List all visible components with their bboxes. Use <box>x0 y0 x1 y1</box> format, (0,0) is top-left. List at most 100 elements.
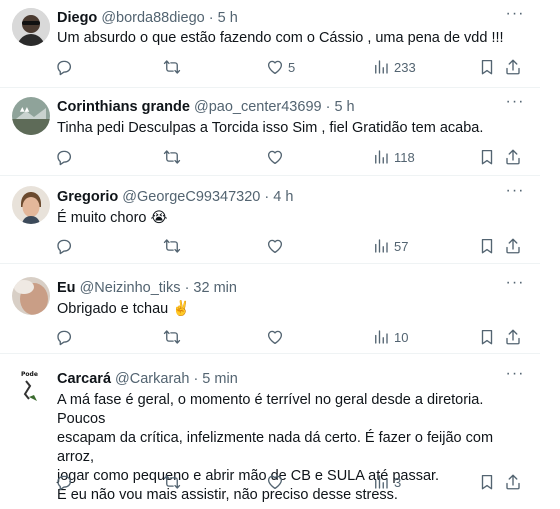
tweet-text-line: A má fase é geral, o momento é terrível … <box>57 392 484 427</box>
author-name[interactable]: Gregorio <box>57 189 118 205</box>
bookmark-button[interactable] <box>478 235 496 257</box>
avatar[interactable] <box>12 277 50 315</box>
retweet-icon <box>163 237 181 255</box>
tweet-3[interactable]: Gregorio @GeorgeC99347320 · 4 h ··· É mu… <box>0 176 540 264</box>
author-name[interactable]: Carcará <box>57 371 111 387</box>
views-button[interactable]: 233 <box>372 56 416 78</box>
like-button[interactable] <box>266 235 284 257</box>
bookmark-button[interactable] <box>478 56 496 78</box>
views-icon <box>372 148 390 166</box>
share-icon <box>504 237 522 255</box>
views-button[interactable]: 3 <box>372 471 401 493</box>
views-icon <box>372 237 390 255</box>
retweet-button[interactable] <box>163 326 181 348</box>
share-button[interactable] <box>504 326 522 348</box>
action-bar: 3 <box>0 471 540 493</box>
bookmark-icon <box>478 148 496 166</box>
like-count: 5 <box>288 59 296 75</box>
views-count: 3 <box>394 474 402 490</box>
reply-icon <box>55 58 73 76</box>
views-count: 57 <box>394 238 409 254</box>
views-button[interactable]: 10 <box>372 326 408 348</box>
heart-icon <box>266 237 284 255</box>
like-button[interactable] <box>266 146 284 168</box>
reply-icon <box>55 148 73 166</box>
share-button[interactable] <box>504 235 522 257</box>
views-count: 233 <box>394 59 416 75</box>
author-name[interactable]: Corinthians grande <box>57 99 190 115</box>
heart-icon <box>266 328 284 346</box>
tweet-4[interactable]: Eu @Neizinho_tiks · 32 min ··· Obrigado … <box>0 264 540 354</box>
tweet-1[interactable]: Diego @borda88diego · 5 h ··· Um absurdo… <box>0 0 540 88</box>
reply-button[interactable] <box>55 56 73 78</box>
heart-icon <box>266 473 284 491</box>
retweet-button[interactable] <box>163 56 181 78</box>
share-button[interactable] <box>504 146 522 168</box>
like-button[interactable]: 5 <box>266 56 295 78</box>
tweet-text-line: escapam da crítica, infelizmente nada dá… <box>57 430 494 465</box>
retweet-button[interactable] <box>163 235 181 257</box>
bookmark-button[interactable] <box>478 326 496 348</box>
retweet-icon <box>163 473 181 491</box>
more-icon[interactable]: ··· <box>505 366 525 387</box>
tweet-text: Um absurdo o que estão fazendo com o Cás… <box>57 30 504 46</box>
action-bar: 57 <box>0 235 540 257</box>
action-bar: 5 233 <box>0 56 540 78</box>
reply-button[interactable] <box>55 326 73 348</box>
heart-icon <box>266 58 284 76</box>
more-icon[interactable]: ··· <box>505 94 525 115</box>
tweet-5[interactable]: Pode Carcará @Carkarah · 5 min ··· A má … <box>0 354 540 509</box>
bookmark-button[interactable] <box>478 146 496 168</box>
share-icon <box>504 328 522 346</box>
like-button[interactable] <box>266 326 284 348</box>
avatar[interactable] <box>12 186 50 224</box>
author-handle[interactable]: @borda88diego <box>101 10 204 26</box>
reply-button[interactable] <box>55 146 73 168</box>
share-icon <box>504 473 522 491</box>
avatar[interactable]: Pode <box>12 367 50 405</box>
action-bar: 118 <box>0 146 540 168</box>
author-handle[interactable]: @pao_center43699 <box>194 99 322 115</box>
reply-icon <box>55 328 73 346</box>
avatar[interactable] <box>12 8 50 46</box>
avatar[interactable]: ▲▲ <box>12 97 50 135</box>
reply-icon <box>55 473 73 491</box>
author-name[interactable]: Diego <box>57 10 97 26</box>
bookmark-button[interactable] <box>478 471 496 493</box>
reply-button[interactable] <box>55 471 73 493</box>
bookmark-icon <box>478 328 496 346</box>
author-name[interactable]: Eu <box>57 280 76 296</box>
svg-text:▲▲: ▲▲ <box>20 106 30 113</box>
share-button[interactable] <box>504 56 522 78</box>
views-icon <box>372 473 390 491</box>
more-icon[interactable]: ··· <box>505 275 525 296</box>
share-icon <box>504 148 522 166</box>
timestamp[interactable]: · 4 h <box>264 189 293 205</box>
author-handle[interactable]: @Neizinho_tiks <box>80 280 181 296</box>
timestamp[interactable]: · 5 h <box>209 10 238 26</box>
author-handle[interactable]: @GeorgeC99347320 <box>122 189 260 205</box>
views-icon <box>372 328 390 346</box>
timestamp[interactable]: · 32 min <box>185 280 237 296</box>
more-icon[interactable]: ··· <box>505 183 525 204</box>
action-bar: 10 <box>0 326 540 348</box>
views-button[interactable]: 57 <box>372 235 408 257</box>
avatar-label: Pode <box>21 371 38 378</box>
bookmark-icon <box>478 473 496 491</box>
retweet-icon <box>163 58 181 76</box>
tweet-2[interactable]: ▲▲ Corinthians grande @pao_center43699 ·… <box>0 88 540 176</box>
timestamp[interactable]: · 5 min <box>193 371 237 387</box>
retweet-button[interactable] <box>163 146 181 168</box>
views-button[interactable]: 118 <box>372 146 415 168</box>
views-count: 10 <box>394 329 409 345</box>
retweet-button[interactable] <box>163 471 181 493</box>
author-handle[interactable]: @Carkarah <box>115 371 189 387</box>
tweet-text: Obrigado e tchau ✌️ <box>57 301 191 317</box>
bookmark-icon <box>478 237 496 255</box>
timestamp[interactable]: · 5 h <box>326 99 355 115</box>
like-button[interactable] <box>266 471 284 493</box>
reply-button[interactable] <box>55 235 73 257</box>
heart-icon <box>266 148 284 166</box>
more-icon[interactable]: ··· <box>505 6 525 27</box>
share-button[interactable] <box>504 471 522 493</box>
